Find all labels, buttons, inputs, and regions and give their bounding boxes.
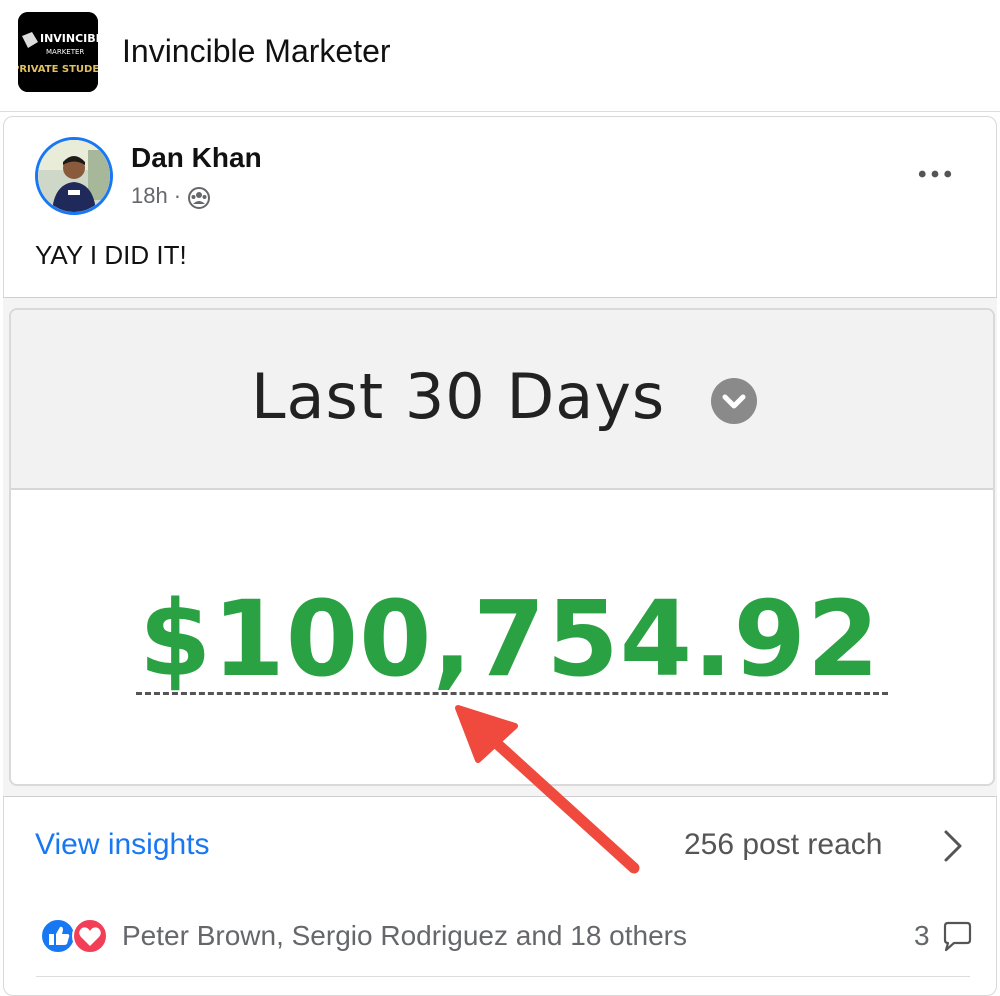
logo-text-2: MARKETER xyxy=(46,48,84,56)
group-logo[interactable]: INVINCIBLE MARKETER PRIVATE STUDENT GROU… xyxy=(18,12,98,92)
reaction-names[interactable]: Peter Brown, Sergio Rodriguez and 18 oth… xyxy=(122,920,687,952)
more-options-button[interactable] xyxy=(910,160,960,188)
period-label: Last 30 Days xyxy=(251,360,666,433)
logo-text-1: INVINCIBLE xyxy=(40,32,98,45)
logo-text-3: PRIVATE STUDENT GROUP xyxy=(18,64,98,75)
avatar-image xyxy=(38,140,110,212)
period-header: Last 30 Days xyxy=(11,310,993,490)
author-name[interactable]: Dan Khan xyxy=(131,142,262,174)
revenue-amount: $100,754.92 xyxy=(139,578,881,700)
post-meta: 18h · xyxy=(131,182,211,210)
group-icon xyxy=(187,186,211,210)
avatar[interactable] xyxy=(35,137,113,215)
chevron-down-icon xyxy=(711,378,757,424)
post-reach[interactable]: 256 post reach xyxy=(684,828,882,862)
chevron-right-icon[interactable] xyxy=(938,826,968,866)
more-horizontal-icon xyxy=(918,170,952,178)
insights-row: View insights 256 post reach xyxy=(3,796,997,896)
revenue-panel: Last 30 Days $100,754.92 xyxy=(9,308,995,786)
reactions-row: Peter Brown, Sergio Rodriguez and 18 oth… xyxy=(3,906,997,976)
love-icon xyxy=(72,918,108,954)
amount-underline xyxy=(136,692,888,695)
post-image[interactable]: Last 30 Days $100,754.92 xyxy=(3,297,997,797)
group-name[interactable]: Invincible Marketer xyxy=(122,33,391,70)
group-header: INVINCIBLE MARKETER PRIVATE STUDENT GROU… xyxy=(0,0,1000,112)
reaction-icons[interactable] xyxy=(39,916,111,956)
post-time[interactable]: 18h xyxy=(131,183,168,209)
post-text: YAY I DID IT! xyxy=(35,240,187,270)
comment-count[interactable]: 3 xyxy=(914,920,930,952)
group-logo-image: INVINCIBLE MARKETER PRIVATE STUDENT GROU… xyxy=(18,12,98,92)
like-icon xyxy=(40,918,76,954)
meta-separator: · xyxy=(173,183,182,208)
bottom-divider xyxy=(36,976,970,977)
comment-icon[interactable] xyxy=(940,920,974,954)
view-insights-link[interactable]: View insights xyxy=(35,828,210,862)
